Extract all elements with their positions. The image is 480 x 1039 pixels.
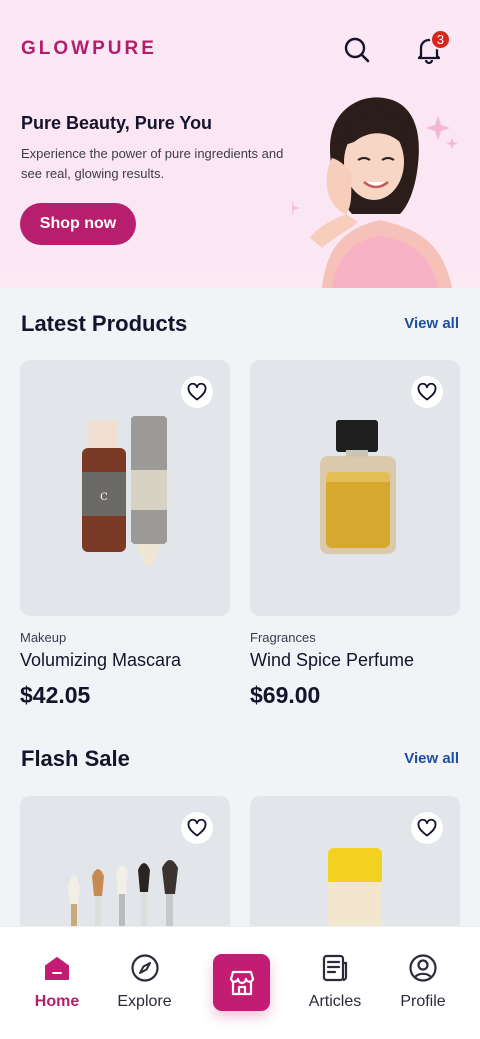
hero-subtitle: Experience the power of pure ingredients… bbox=[21, 146, 284, 181]
hero-model-image bbox=[292, 97, 458, 288]
brand-logo: GLOWPURE bbox=[21, 38, 157, 59]
article-icon bbox=[322, 954, 348, 982]
bottom-navigation: Home Explore Articles Profile bbox=[0, 926, 480, 1039]
notification-badge: 3 bbox=[430, 29, 451, 50]
nav-item-store[interactable] bbox=[213, 954, 270, 1011]
latest-products-title: Latest Products bbox=[21, 311, 188, 336]
nav-label: Home bbox=[34, 993, 80, 1010]
store-icon bbox=[229, 970, 254, 995]
product-price: $42.05 bbox=[20, 682, 91, 708]
nav-item-profile[interactable]: Profile bbox=[390, 927, 456, 1027]
notifications-button[interactable]: 3 bbox=[409, 29, 451, 70]
nav-label: Explore bbox=[117, 993, 172, 1010]
compass-icon bbox=[130, 954, 159, 982]
nav-label: Profile bbox=[400, 993, 446, 1010]
product-price: $69.00 bbox=[250, 682, 321, 708]
product-image bbox=[250, 360, 460, 616]
search-button[interactable] bbox=[337, 30, 377, 70]
home-icon bbox=[45, 957, 69, 980]
favorite-button[interactable] bbox=[181, 376, 213, 408]
nav-label: Articles bbox=[308, 993, 362, 1010]
product-image: C bbox=[20, 360, 230, 616]
favorite-button[interactable] bbox=[411, 812, 443, 844]
nav-item-explore[interactable]: Explore bbox=[107, 927, 182, 1027]
nav-item-home[interactable]: Home bbox=[22, 927, 92, 1027]
svg-text:C: C bbox=[100, 492, 108, 503]
heart-icon bbox=[187, 383, 207, 401]
profile-icon bbox=[409, 954, 437, 982]
product-name: Volumizing Mascara bbox=[20, 650, 182, 670]
product-category: Makeup bbox=[20, 630, 67, 645]
product-category: Fragrances bbox=[250, 630, 316, 645]
flash-sale-title: Flash Sale bbox=[21, 746, 130, 771]
product-name: Wind Spice Perfume bbox=[250, 650, 415, 670]
nav-item-articles[interactable]: Articles bbox=[298, 927, 372, 1027]
hero-title: Pure Beauty, Pure You bbox=[21, 113, 213, 133]
heart-icon bbox=[417, 383, 437, 401]
product-card[interactable]: C Makeup Volumizing Mascara $42.05 bbox=[20, 360, 230, 709]
favorite-button[interactable] bbox=[411, 376, 443, 408]
heart-icon bbox=[417, 819, 437, 837]
favorite-button[interactable] bbox=[181, 812, 213, 844]
search-icon bbox=[344, 37, 370, 63]
latest-view-all-link[interactable]: View all bbox=[404, 315, 459, 332]
hero-banner: GLOWPURE 3 Pure Beauty, Pure You Experie… bbox=[0, 0, 480, 288]
flash-view-all-link[interactable]: View all bbox=[404, 750, 459, 767]
shop-now-button[interactable]: Shop now bbox=[20, 203, 136, 245]
product-card[interactable]: Fragrances Wind Spice Perfume $69.00 bbox=[250, 360, 460, 709]
heart-icon bbox=[187, 819, 207, 837]
